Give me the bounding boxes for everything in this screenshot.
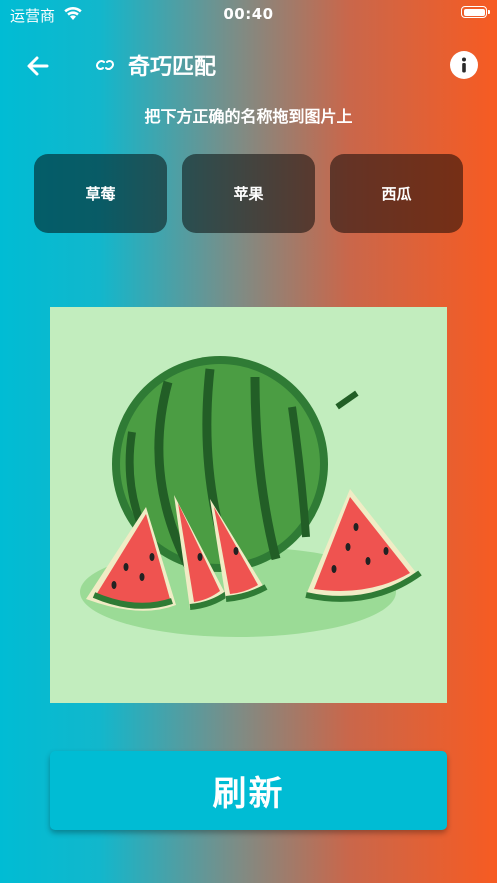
refresh-button[interactable]: 刷新 — [50, 751, 447, 830]
option-apple[interactable]: 苹果 — [182, 154, 315, 233]
battery-icon — [461, 6, 490, 18]
status-time: 00:40 — [223, 5, 274, 23]
option-strawberry[interactable]: 草莓 — [34, 154, 167, 233]
watermelon-image — [80, 356, 422, 637]
info-button[interactable] — [450, 51, 478, 79]
answer-options: 草莓 苹果 西瓜 — [34, 154, 464, 233]
nav-bar: 奇巧匹配 — [0, 40, 497, 90]
info-icon — [462, 57, 466, 73]
page-title: 奇巧匹配 — [128, 55, 217, 80]
title-group: 奇巧匹配 — [94, 50, 216, 80]
instruction-text: 把下方正确的名称拖到图片上 — [144, 107, 353, 126]
arrow-left-icon[interactable] — [22, 50, 54, 82]
status-bar: 运营商 00:40 — [0, 0, 497, 28]
option-watermelon[interactable]: 西瓜 — [330, 154, 463, 233]
drop-target-image[interactable] — [50, 307, 447, 703]
link-icon — [95, 59, 115, 71]
